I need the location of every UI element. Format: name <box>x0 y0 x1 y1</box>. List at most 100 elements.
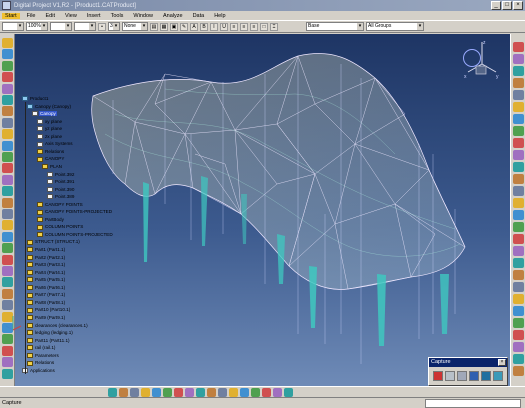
axis-icon[interactable] <box>2 117 13 128</box>
circle-icon[interactable] <box>513 90 524 100</box>
point-icon[interactable] <box>2 83 13 94</box>
tree-node[interactable]: xy plane <box>37 119 63 124</box>
tree-node[interactable]: CANOPY POINTS-PROJECTED <box>37 209 113 215</box>
menu-file[interactable]: File <box>22 13 41 19</box>
iso-view-icon[interactable] <box>196 388 205 397</box>
tree-node[interactable]: rail (rail.1) <box>27 345 56 351</box>
tree-node[interactable]: Part11 (Part11.1) <box>27 338 71 343</box>
settings-icon[interactable] <box>2 345 13 356</box>
capture-settings-icon[interactable] <box>493 371 503 381</box>
italic-icon[interactable]: I <box>210 22 218 31</box>
menu-edit[interactable]: Edit <box>41 13 60 19</box>
tree-node[interactable]: Axis Systems <box>37 141 74 147</box>
tree-node[interactable]: Canopy (Canopy) <box>27 104 72 109</box>
tree-node[interactable]: Relations <box>27 360 55 366</box>
format-icon[interactable]: ▣ <box>170 22 178 31</box>
tree-node[interactable]: Part5 (Part5.1) <box>27 277 66 283</box>
tree-node[interactable]: PartBody <box>37 217 65 223</box>
lock-icon[interactable] <box>273 388 282 397</box>
grid-icon[interactable] <box>2 277 13 288</box>
measure-icon[interactable] <box>2 254 13 265</box>
point-icon[interactable] <box>513 138 524 148</box>
tree-node[interactable]: Canopy <box>32 111 57 117</box>
sweep-icon[interactable] <box>2 174 13 185</box>
tree-node[interactable]: COLUMN POINTS <box>37 224 84 230</box>
line-icon[interactable] <box>513 54 524 64</box>
tree-node[interactable]: Relations <box>37 149 65 155</box>
align-left-icon[interactable]: ≡ <box>230 22 238 31</box>
menu-start[interactable]: Start <box>2 12 20 19</box>
text-style-icon[interactable]: A <box>190 22 198 31</box>
hand-icon[interactable] <box>2 60 13 71</box>
hide-show-icon[interactable] <box>218 388 227 397</box>
zoom-out-icon[interactable] <box>163 388 172 397</box>
tree-node[interactable]: Point.389 <box>47 194 75 200</box>
capture-options-icon[interactable] <box>481 371 491 381</box>
swap-icon[interactable] <box>229 388 238 397</box>
tree-node[interactable]: Part4 (Part4.1) <box>27 270 66 275</box>
tree-node[interactable]: Part2 (Part2.1) <box>27 255 66 260</box>
style-combo[interactable]: None <box>122 22 148 31</box>
tree-node[interactable]: STRUCT (STRUCT.1) <box>27 239 81 245</box>
sketch-icon[interactable] <box>513 114 524 124</box>
tree-node[interactable]: Point.390 <box>47 187 75 192</box>
surface-icon[interactable] <box>513 150 524 160</box>
close-button[interactable]: × <box>513 1 523 10</box>
plane-icon[interactable] <box>2 72 13 83</box>
surface-icon[interactable] <box>2 140 13 151</box>
info-icon[interactable] <box>2 368 13 379</box>
wireframe-icon[interactable] <box>284 388 293 397</box>
shadow-icon[interactable] <box>513 366 524 376</box>
tree-node[interactable]: ledging (ledging.1) <box>27 330 74 336</box>
menu-view[interactable]: View <box>60 13 82 19</box>
menu-data[interactable]: Data <box>188 13 210 19</box>
multi-view-icon[interactable] <box>185 388 194 397</box>
split-icon[interactable] <box>513 270 524 280</box>
parts-icon[interactable] <box>2 266 13 276</box>
extrude-icon[interactable] <box>2 152 13 162</box>
tree-node[interactable]: Product1 <box>22 96 49 102</box>
join-icon[interactable] <box>513 234 524 244</box>
render-icon[interactable] <box>513 306 524 316</box>
spline-icon[interactable] <box>513 102 524 112</box>
pan-icon[interactable] <box>130 388 139 397</box>
offset-icon[interactable] <box>513 198 524 208</box>
curve-icon[interactable] <box>2 106 13 117</box>
underline-icon[interactable]: U <box>220 22 228 31</box>
select-icon[interactable] <box>2 38 13 48</box>
texture-icon[interactable] <box>513 318 524 328</box>
menu-help[interactable]: Help <box>209 13 230 19</box>
check-icon[interactable] <box>513 210 524 220</box>
fly-icon[interactable] <box>108 388 117 397</box>
envir-icon[interactable] <box>513 354 524 364</box>
tree-node[interactable]: clearances (clearances.1) <box>27 323 89 328</box>
capture-print-icon[interactable] <box>457 371 467 381</box>
linetype-combo[interactable] <box>50 22 72 31</box>
fill-icon[interactable] <box>2 186 13 197</box>
zoom-in-icon[interactable] <box>152 388 161 397</box>
join-icon[interactable] <box>2 197 13 208</box>
tree-node[interactable]: CANOPY <box>37 156 65 162</box>
tree-node[interactable]: Part10 (Part10.1) <box>27 307 71 313</box>
menu-analyze[interactable]: Analyze <box>158 13 188 19</box>
camera-icon[interactable] <box>513 342 524 352</box>
zoom-combo[interactable]: 100% <box>26 22 48 31</box>
rotate-icon[interactable] <box>141 388 150 397</box>
align-right-icon[interactable]: ≡ <box>250 22 258 31</box>
minimize-button[interactable]: _ <box>491 1 501 10</box>
point-style-icon[interactable]: • <box>98 22 106 31</box>
color-combo[interactable] <box>2 22 24 31</box>
heal-icon[interactable] <box>513 246 524 256</box>
menu-insert[interactable]: Insert <box>82 13 106 19</box>
snap-icon[interactable] <box>2 288 13 299</box>
lock-icon[interactable] <box>2 357 13 368</box>
filter-combo[interactable]: Base <box>306 22 364 31</box>
tree-node[interactable]: Part9 (Part9.1) <box>27 315 66 321</box>
tree-node[interactable]: CANOPY POINTS <box>37 202 84 207</box>
tree-node[interactable]: Part8 (Part8.1) <box>27 300 66 306</box>
bar-icon[interactable] <box>2 300 13 311</box>
command-input[interactable] <box>425 399 521 408</box>
tree-node[interactable]: Part6 (Part6.1) <box>27 285 66 291</box>
boundary-icon[interactable] <box>513 282 524 292</box>
spline-icon[interactable] <box>2 129 13 140</box>
